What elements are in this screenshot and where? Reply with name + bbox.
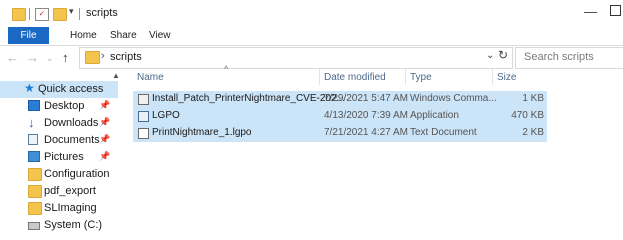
- sidebar-item-label: Configuration: [44, 168, 110, 180]
- folder-icon: [85, 51, 100, 64]
- column-header-date[interactable]: Date modified: [324, 72, 386, 83]
- properties-icon[interactable]: ✓: [35, 8, 49, 21]
- new-folder-icon[interactable]: [53, 8, 67, 21]
- pin-icon[interactable]: 📌: [99, 134, 110, 145]
- forward-arrow-icon[interactable]: →: [26, 50, 39, 65]
- downloads-icon: ↓: [28, 115, 35, 130]
- file-date: 4/13/2020 7:39 AM: [324, 110, 408, 121]
- column-header-name[interactable]: Name: [137, 72, 164, 83]
- sidebar-item-label: Downloads: [44, 117, 99, 129]
- table-row[interactable]: PrintNightmare_1.lgpo 7/21/2021 4:27 AM …: [133, 125, 547, 142]
- recent-locations-icon[interactable]: ⌄: [46, 53, 54, 64]
- desktop-icon: [28, 100, 40, 111]
- column-divider[interactable]: [405, 69, 406, 85]
- sort-ascending-icon: ^: [224, 64, 229, 74]
- chevron-right-icon[interactable]: ›: [101, 50, 105, 62]
- sidebar-item-label: pdf_export: [44, 185, 96, 197]
- column-divider[interactable]: [319, 69, 320, 85]
- tab-view[interactable]: View: [149, 30, 171, 41]
- application-icon: [138, 111, 149, 122]
- folder-icon: [28, 168, 42, 181]
- file-name: Install_Patch_PrinterNightmare_CVE-202..…: [152, 93, 345, 104]
- file-type: Application: [410, 110, 459, 121]
- pin-icon[interactable]: 📌: [99, 117, 110, 128]
- refresh-icon[interactable]: ↻: [498, 48, 508, 62]
- tab-share[interactable]: Share: [110, 30, 137, 41]
- folder-icon: [28, 185, 42, 198]
- sidebar-item-label: Quick access: [38, 83, 104, 95]
- scroll-up-icon[interactable]: ▲: [112, 71, 120, 80]
- window-title: scripts: [86, 7, 118, 19]
- column-divider[interactable]: [492, 69, 493, 85]
- pin-icon[interactable]: 📌: [99, 151, 110, 162]
- file-date: 7/29/2021 5:47 AM: [324, 93, 408, 104]
- back-arrow-icon[interactable]: ←: [6, 50, 19, 65]
- sidebar-item-slimaging[interactable]: SLImaging: [0, 200, 118, 217]
- sidebar-item-label: Desktop: [44, 100, 85, 112]
- sidebar-item-label: Documents: [44, 134, 100, 146]
- sidebar-item-downloads[interactable]: ↓ Downloads 📌: [0, 115, 118, 132]
- sidebar-item-documents[interactable]: Documents 📌: [0, 132, 118, 149]
- sidebar-item-label: SLImaging: [44, 202, 97, 214]
- sidebar-item-label: Pictures: [44, 151, 84, 163]
- column-header-type[interactable]: Type: [410, 72, 432, 83]
- sidebar-item-quick-access[interactable]: ★ Quick access: [0, 81, 118, 98]
- up-arrow-icon[interactable]: ↑: [62, 50, 69, 65]
- file-name: LGPO: [152, 110, 180, 121]
- file-date: 7/21/2021 4:27 AM: [324, 127, 408, 138]
- tab-home[interactable]: Home: [70, 30, 97, 41]
- documents-icon: [28, 134, 38, 145]
- column-header-size[interactable]: Size: [497, 72, 516, 83]
- pin-icon[interactable]: 📌: [99, 100, 110, 111]
- customize-toolbar-icon[interactable]: ▾: [69, 6, 74, 17]
- table-row[interactable]: Install_Patch_PrinterNightmare_CVE-202..…: [133, 91, 547, 108]
- address-bar[interactable]: [79, 47, 513, 69]
- file-size: 470 KB: [511, 110, 544, 121]
- table-row[interactable]: LGPO 4/13/2020 7:39 AM Application 470 K…: [133, 108, 547, 125]
- cmd-file-icon: [138, 94, 149, 105]
- sidebar-item-configuration[interactable]: Configuration: [0, 166, 118, 183]
- file-type: Windows Comma...: [410, 93, 497, 104]
- chevron-down-icon[interactable]: ⌄: [486, 50, 494, 61]
- sidebar-item-desktop[interactable]: Desktop 📌: [0, 98, 118, 115]
- sidebar-item-pictures[interactable]: Pictures 📌: [0, 149, 118, 166]
- sidebar-item-pdf-export[interactable]: pdf_export: [0, 183, 118, 200]
- sidebar-item-label: System (C:): [44, 219, 103, 231]
- address-path[interactable]: scripts: [110, 51, 142, 63]
- file-type: Text Document: [410, 127, 477, 138]
- file-size: 1 KB: [522, 93, 544, 104]
- divider: [29, 8, 30, 20]
- minimize-icon[interactable]: —: [584, 4, 597, 19]
- text-document-icon: [138, 128, 149, 139]
- folder-icon: [28, 202, 42, 215]
- file-size: 2 KB: [522, 127, 544, 138]
- sidebar-item-system-c[interactable]: System (C:): [0, 217, 118, 234]
- divider: [79, 8, 80, 20]
- folder-icon: [12, 8, 26, 21]
- search-placeholder[interactable]: Search scripts: [524, 51, 594, 63]
- file-name: PrintNightmare_1.lgpo: [152, 127, 252, 138]
- pictures-icon: [28, 151, 40, 162]
- star-icon: ★: [24, 81, 35, 95]
- tab-file[interactable]: File: [8, 27, 49, 44]
- drive-icon: [28, 222, 40, 230]
- maximize-icon[interactable]: [610, 5, 621, 16]
